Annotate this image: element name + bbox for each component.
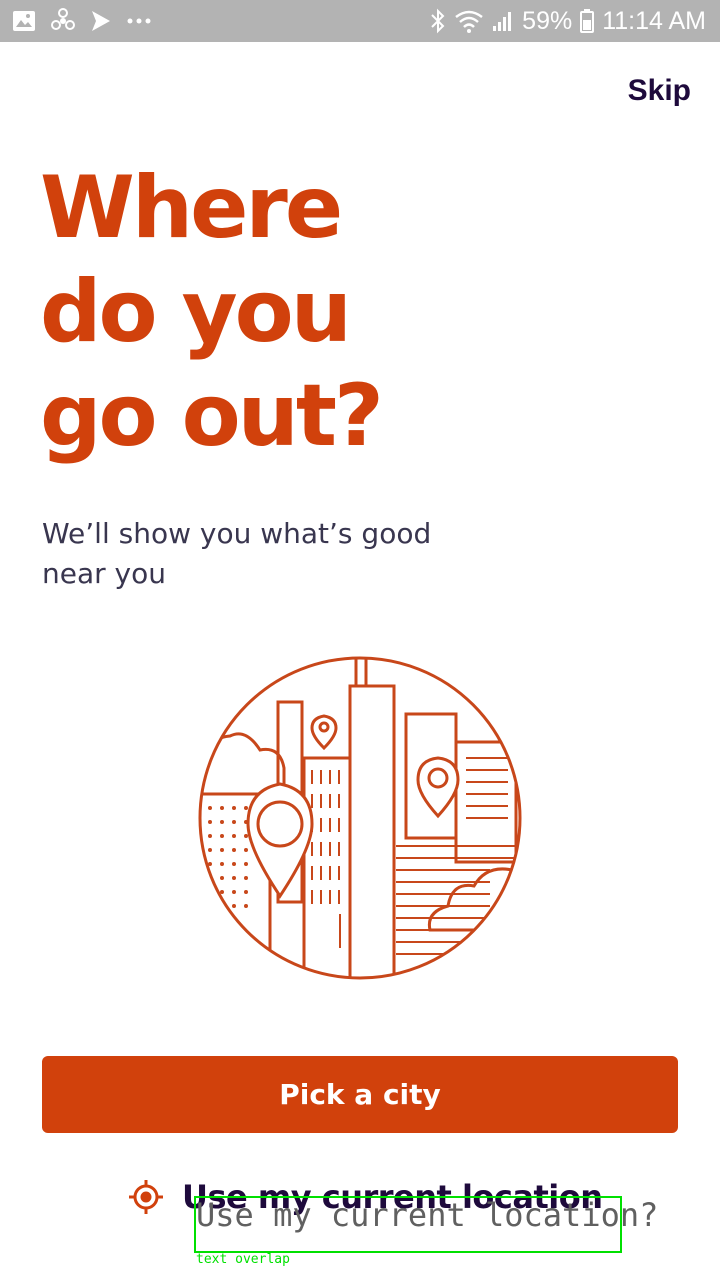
title-line: Where xyxy=(40,158,343,258)
title-line: go out? xyxy=(40,366,384,466)
status-bar: 59% 11:14 AM xyxy=(0,0,720,42)
city-illustration xyxy=(198,656,522,980)
target-icon xyxy=(129,1180,163,1214)
wifi-icon xyxy=(455,10,483,33)
skip-button[interactable]: Skip xyxy=(628,74,691,108)
pick-city-button[interactable]: Pick a city xyxy=(42,1056,678,1133)
status-bar-notifications xyxy=(12,8,152,34)
fan-icon xyxy=(51,8,75,30)
bluetooth-icon xyxy=(431,8,445,34)
overlay-tag: text overlap xyxy=(196,1252,290,1267)
battery-icon xyxy=(580,9,595,33)
overlay-highlight-box xyxy=(194,1196,622,1253)
title-line: do you xyxy=(40,262,352,362)
send-icon xyxy=(92,11,110,31)
clock: 11:14 AM xyxy=(602,6,706,35)
more-dots-icon xyxy=(127,18,151,24)
page-title: Where do you go out? xyxy=(40,156,540,468)
subtitle: We’ll show you what’s good near you xyxy=(42,517,432,590)
status-bar-system: 59% 11:14 AM xyxy=(430,4,706,38)
battery-percent: 59% xyxy=(522,6,573,35)
gallery-icon xyxy=(13,11,35,31)
signal-icon xyxy=(493,12,512,31)
